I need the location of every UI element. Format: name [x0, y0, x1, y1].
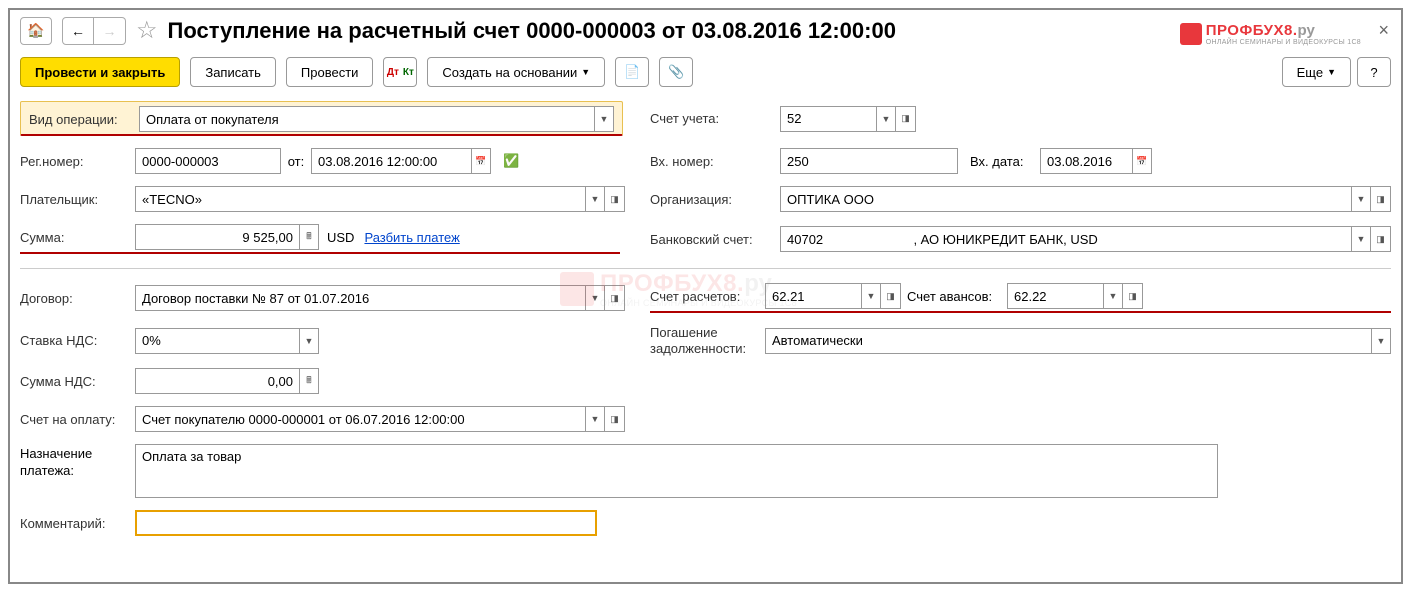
from-label: от: — [281, 154, 311, 169]
help-button[interactable]: ? — [1357, 57, 1391, 87]
vatrate-dropdown[interactable]: ▼ — [299, 328, 319, 354]
sum-input[interactable] — [135, 224, 299, 250]
comment-input[interactable] — [135, 510, 597, 536]
org-label: Организация: — [650, 192, 780, 207]
comment-label: Комментарий: — [20, 516, 135, 531]
post-button[interactable]: Провести — [286, 57, 374, 87]
settleacc-input[interactable] — [765, 283, 861, 309]
brand-logo: ПРОФБУХ8.ру ОНЛАЙН СЕМИНАРЫ И ВИДЕОКУРСЫ… — [1180, 22, 1361, 46]
advanceacc-input[interactable] — [1007, 283, 1103, 309]
sum-calc-icon[interactable]: 🖩 — [299, 224, 319, 250]
purpose-textarea[interactable] — [135, 444, 1218, 498]
org-input[interactable] — [780, 186, 1351, 212]
create-based-button[interactable]: Создать на основании ▼ — [427, 57, 605, 87]
advanceacc-label: Счет авансов: — [907, 289, 1007, 304]
bankacc-open[interactable]: ◨ — [1371, 226, 1391, 252]
vatrate-label: Ставка НДС: — [20, 333, 135, 348]
contract-dropdown[interactable]: ▼ — [585, 285, 605, 311]
settleacc-dropdown[interactable]: ▼ — [861, 283, 881, 309]
back-button[interactable]: ← — [62, 17, 94, 45]
payer-dropdown[interactable]: ▼ — [585, 186, 605, 212]
invoice-input[interactable] — [135, 406, 585, 432]
invoice-open[interactable]: ◨ — [605, 406, 625, 432]
advanceacc-dropdown[interactable]: ▼ — [1103, 283, 1123, 309]
contract-label: Договор: — [20, 291, 135, 306]
innum-label: Вх. номер: — [650, 154, 780, 169]
logo-icon — [1180, 23, 1202, 45]
payer-label: Плательщик: — [20, 192, 135, 207]
op-type-dropdown[interactable]: ▼ — [594, 106, 614, 132]
account-label: Счет учета: — [650, 111, 780, 126]
op-type-input[interactable] — [139, 106, 594, 132]
ok-icon: ✅ — [503, 153, 519, 169]
sum-label: Сумма: — [20, 230, 135, 245]
payer-input[interactable] — [135, 186, 585, 212]
report-button[interactable]: 📄 — [615, 57, 649, 87]
invoice-dropdown[interactable]: ▼ — [585, 406, 605, 432]
vatrate-input[interactable] — [135, 328, 299, 354]
favorite-star-icon[interactable]: ☆ — [136, 16, 158, 45]
bankacc-dropdown[interactable]: ▼ — [1351, 226, 1371, 252]
forward-button[interactable]: → — [94, 17, 126, 45]
attach-button[interactable]: 📎 — [659, 57, 693, 87]
innum-input[interactable] — [780, 148, 958, 174]
regnum-input[interactable] — [135, 148, 281, 174]
currency-label: USD — [327, 230, 354, 245]
account-input[interactable] — [780, 106, 876, 132]
debt-label: Погашение задолженности: — [650, 325, 765, 356]
advanceacc-open[interactable]: ◨ — [1123, 283, 1143, 309]
vatsum-label: Сумма НДС: — [20, 374, 135, 389]
bankacc-input[interactable] — [780, 226, 1351, 252]
vatsum-input[interactable] — [135, 368, 299, 394]
debt-input[interactable] — [765, 328, 1371, 354]
contract-open[interactable]: ◨ — [605, 285, 625, 311]
op-type-label: Вид операции: — [29, 112, 139, 127]
invoice-label: Счет на оплату: — [20, 412, 135, 427]
org-dropdown[interactable]: ▼ — [1351, 186, 1371, 212]
debt-dropdown[interactable]: ▼ — [1371, 328, 1391, 354]
contract-input[interactable] — [135, 285, 585, 311]
account-open[interactable]: ◨ — [896, 106, 916, 132]
bankacc-label: Банковский счет: — [650, 232, 780, 247]
split-payment-link[interactable]: Разбить платеж — [364, 230, 459, 245]
date-input[interactable] — [311, 148, 471, 174]
payer-open[interactable]: ◨ — [605, 186, 625, 212]
regnum-label: Рег.номер: — [20, 154, 135, 169]
home-button[interactable]: 🏠 — [20, 17, 52, 45]
indate-input[interactable] — [1040, 148, 1132, 174]
purpose-label: Назначение платежа: — [20, 444, 135, 480]
org-open[interactable]: ◨ — [1371, 186, 1391, 212]
save-button[interactable]: Записать — [190, 57, 276, 87]
indate-label: Вх. дата: — [970, 154, 1040, 169]
settleacc-open[interactable]: ◨ — [881, 283, 901, 309]
settleacc-label: Счет расчетов: — [650, 289, 765, 304]
date-calendar-icon[interactable]: 📅 — [471, 148, 491, 174]
close-icon[interactable]: × — [1378, 20, 1389, 41]
account-dropdown[interactable]: ▼ — [876, 106, 896, 132]
dt-kt-button[interactable]: ДтКт — [383, 57, 417, 87]
post-and-close-button[interactable]: Провести и закрыть — [20, 57, 180, 87]
more-button[interactable]: Еще ▼ — [1282, 57, 1351, 87]
indate-calendar-icon[interactable]: 📅 — [1132, 148, 1152, 174]
vatsum-calc-icon[interactable]: 🖩 — [299, 368, 319, 394]
